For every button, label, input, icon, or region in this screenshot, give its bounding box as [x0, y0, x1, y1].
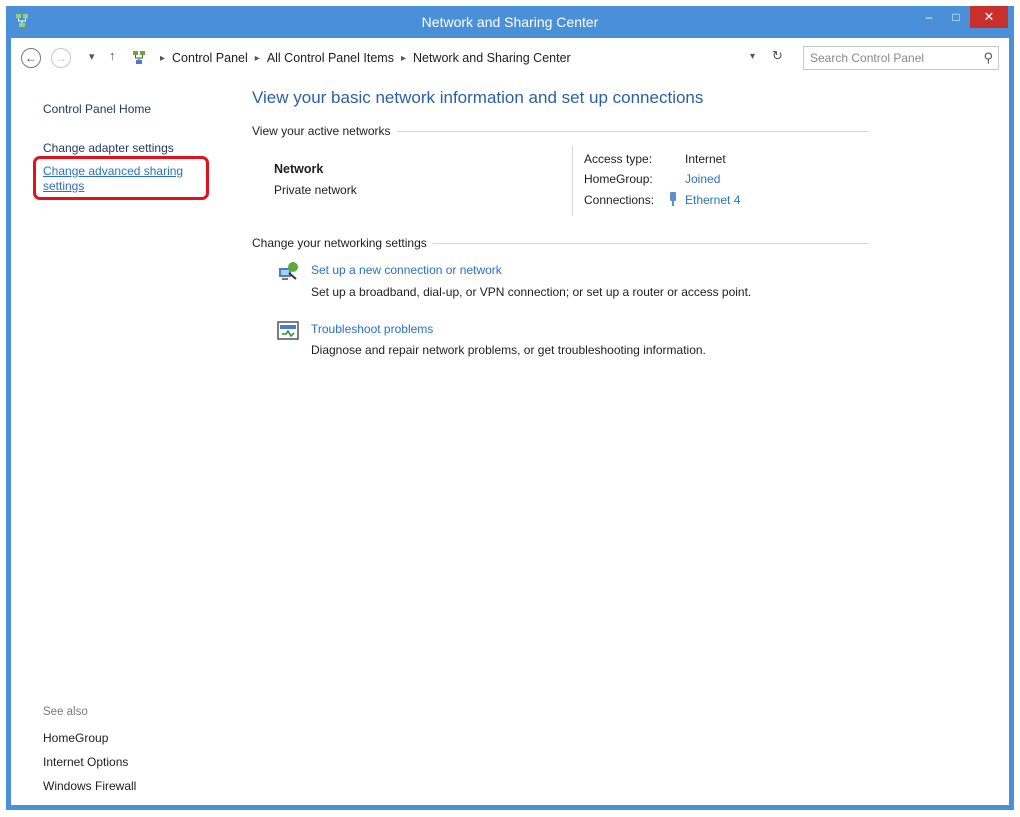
networking-settings-heading-text: Change your networking settings — [252, 236, 427, 250]
troubleshoot-problems-link[interactable]: Troubleshoot problems — [311, 322, 433, 336]
active-networks-heading-text: View your active networks — [252, 124, 391, 138]
breadcrumb-separator: ▸ — [400, 52, 406, 64]
access-type-value: Internet — [685, 152, 726, 166]
breadcrumb-all-items[interactable]: All Control Panel Items — [267, 51, 394, 65]
homegroup-link[interactable]: HomeGroup — [43, 731, 108, 745]
back-button[interactable]: ← — [21, 48, 41, 68]
minimize-button[interactable]: – — [916, 6, 942, 28]
navigation-bar: ← → ▾ ↑ ▸ Control Panel ▸ All Control Pa… — [11, 38, 1009, 78]
control-panel-home-link[interactable]: Control Panel Home — [43, 102, 151, 116]
set-up-connection-description: Set up a broadband, dial-up, or VPN conn… — [311, 285, 752, 299]
up-arrow-icon[interactable]: ↑ — [109, 48, 116, 63]
network-name: Network — [274, 162, 324, 176]
search-input[interactable] — [810, 50, 970, 66]
recent-locations-icon[interactable]: ▾ — [89, 50, 95, 63]
forward-arrow-icon: → — [55, 51, 67, 65]
breadcrumb-separator: ▸ — [160, 52, 166, 64]
highlight-box — [33, 156, 209, 200]
divider — [396, 130, 869, 132]
forward-button[interactable]: → — [51, 48, 71, 68]
connections-value-link[interactable]: Ethernet 4 — [685, 193, 740, 207]
set-up-connection-link[interactable]: Set up a new connection or network — [311, 263, 502, 277]
access-type-label: Access type: — [584, 152, 653, 166]
window-title: Network and Sharing Center — [421, 14, 599, 30]
divider — [432, 242, 869, 244]
search-icon[interactable]: ⚲ — [983, 50, 993, 66]
active-networks-heading: View your active networks — [252, 124, 869, 138]
refresh-icon[interactable]: ↻ — [772, 48, 783, 64]
breadcrumb-control-panel[interactable]: Control Panel — [172, 51, 248, 65]
divider — [572, 146, 573, 216]
address-bar[interactable]: ▸ Control Panel ▸ All Control Panel Item… — [131, 47, 791, 69]
troubleshoot-icon — [277, 321, 299, 340]
close-button[interactable]: ✕ — [970, 6, 1008, 28]
homegroup-label: HomeGroup: — [584, 172, 653, 186]
see-also-label: See also — [43, 706, 88, 718]
maximize-button[interactable]: □ — [943, 6, 969, 28]
window-content: ← → ▾ ↑ ▸ Control Panel ▸ All Control Pa… — [11, 38, 1009, 805]
search-box[interactable]: ⚲ — [803, 46, 999, 70]
address-dropdown-icon[interactable]: ▾ — [750, 51, 755, 62]
homegroup-value-link[interactable]: Joined — [685, 172, 720, 186]
network-type: Private network — [274, 183, 357, 197]
back-arrow-icon: ← — [25, 51, 37, 65]
windows-firewall-link[interactable]: Windows Firewall — [43, 779, 136, 793]
troubleshoot-problems-description: Diagnose and repair network problems, or… — [311, 343, 706, 357]
title-bar[interactable]: Network and Sharing Center – □ ✕ — [6, 6, 1014, 38]
sidebar: Control Panel Home Change adapter settin… — [11, 78, 211, 805]
new-connection-icon — [279, 262, 298, 280]
networking-settings-heading: Change your networking settings — [252, 236, 869, 250]
change-adapter-settings-link[interactable]: Change adapter settings — [43, 141, 174, 155]
window-frame: Network and Sharing Center – □ ✕ ← → ▾ ↑… — [6, 6, 1014, 810]
connections-label: Connections: — [584, 193, 655, 207]
page-title: View your basic network information and … — [252, 88, 704, 107]
breadcrumb-current[interactable]: Network and Sharing Center — [413, 51, 571, 65]
control-panel-icon — [133, 51, 145, 64]
internet-options-link[interactable]: Internet Options — [43, 755, 128, 769]
ethernet-icon — [670, 192, 676, 206]
breadcrumb-separator: ▸ — [254, 52, 260, 64]
